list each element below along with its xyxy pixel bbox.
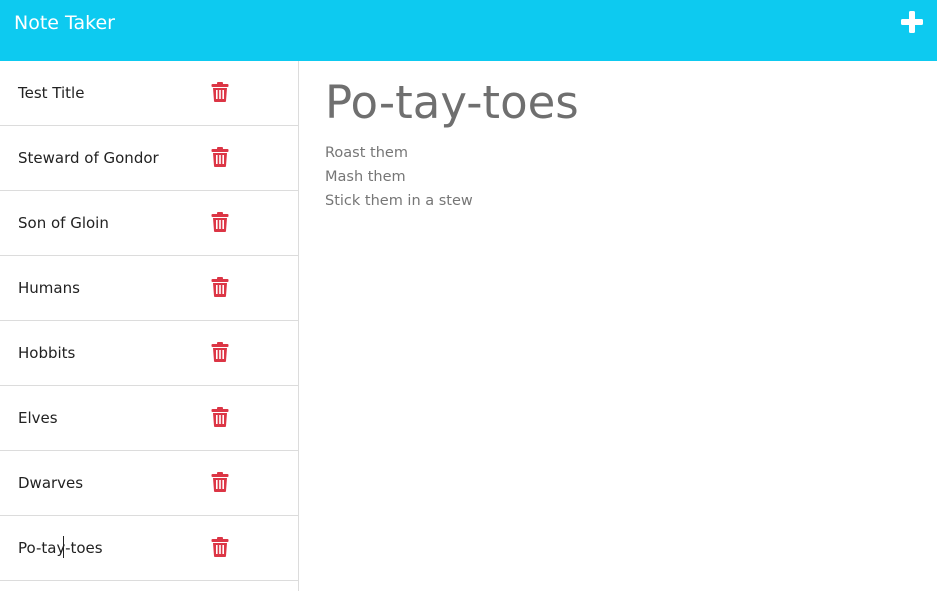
text-cursor	[63, 536, 64, 558]
delete-note-button[interactable]	[211, 537, 229, 557]
delete-note-button[interactable]	[211, 82, 229, 102]
app-brand[interactable]: Note Taker	[14, 12, 115, 34]
trash-icon	[211, 277, 229, 297]
note-list-item-title: Dwarves	[18, 474, 84, 492]
navbar: Note Taker	[0, 0, 937, 61]
trash-icon	[211, 472, 229, 492]
trash-icon	[211, 82, 229, 102]
note-list-item-title: Test Title	[18, 84, 85, 102]
note-list: Test Title Steward of Gondor Son of Gloi…	[0, 61, 298, 581]
trash-icon	[211, 147, 229, 167]
note-list-item[interactable]: Steward of Gondor	[0, 126, 298, 191]
delete-note-button[interactable]	[211, 147, 229, 167]
delete-note-button[interactable]	[211, 342, 229, 362]
note-list-item[interactable]: Humans	[0, 256, 298, 321]
note-list-item-title: Steward of Gondor	[18, 149, 159, 167]
note-list-item-title: Elves	[18, 409, 58, 427]
note-list-item[interactable]: Test Title	[0, 61, 298, 126]
note-text-line: Stick them in a stew	[325, 193, 473, 209]
delete-note-button[interactable]	[211, 212, 229, 232]
trash-icon	[211, 212, 229, 232]
note-text-line: Roast them	[325, 145, 408, 161]
note-list-item[interactable]: Hobbits	[0, 321, 298, 386]
note-list-item-active[interactable]: Po-tay-toes	[0, 516, 298, 581]
delete-note-button[interactable]	[211, 472, 229, 492]
delete-note-button[interactable]	[211, 277, 229, 297]
plus-icon	[901, 11, 923, 33]
note-list-item-title: Humans	[18, 279, 80, 297]
note-list-sidebar: Test Title Steward of Gondor Son of Gloi…	[0, 61, 299, 591]
note-list-item-title: Po-tay-toes	[18, 539, 103, 557]
new-note-button[interactable]	[899, 9, 925, 35]
trash-icon	[211, 342, 229, 362]
note-text-line: Mash them	[325, 169, 406, 185]
note-list-item[interactable]: Elves	[0, 386, 298, 451]
trash-icon	[211, 407, 229, 427]
note-list-item[interactable]: Son of Gloin	[0, 191, 298, 256]
note-text-area[interactable]: Roast them Mash them Stick them in a ste…	[325, 141, 473, 213]
note-list-item-title: Son of Gloin	[18, 214, 109, 232]
note-list-item-title: Hobbits	[18, 344, 76, 362]
note-title-field[interactable]: Po-tay-toes	[325, 75, 579, 131]
note-view: Po-tay-toes Roast them Mash them Stick t…	[299, 61, 937, 591]
note-list-item[interactable]: Dwarves	[0, 451, 298, 516]
trash-icon	[211, 537, 229, 557]
delete-note-button[interactable]	[211, 407, 229, 427]
